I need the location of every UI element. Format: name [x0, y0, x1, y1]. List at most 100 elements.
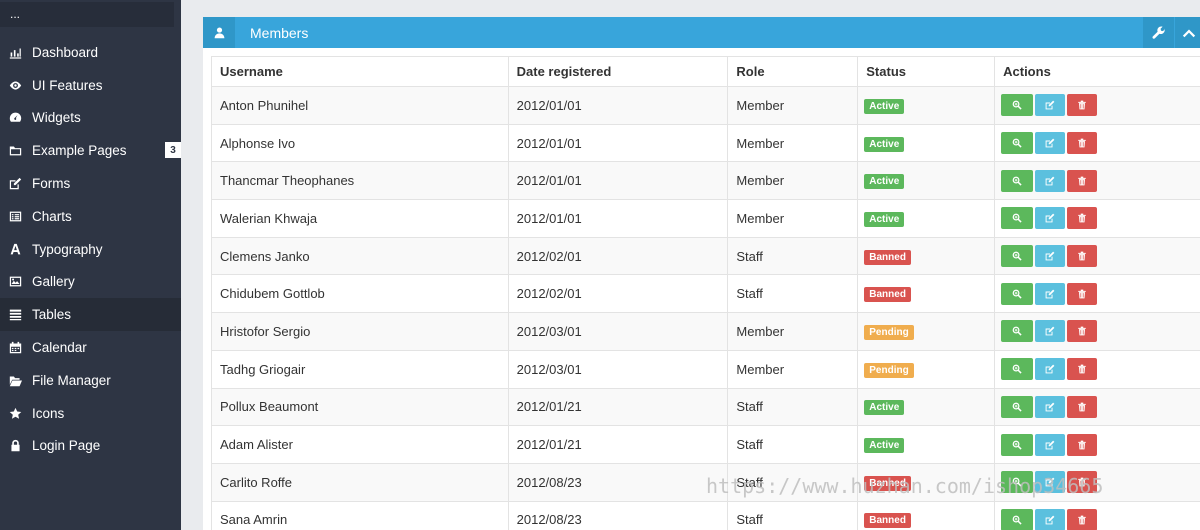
edit-button[interactable] [1035, 395, 1066, 418]
delete-button[interactable] [1067, 282, 1098, 305]
collapse-button[interactable] [1175, 17, 1200, 48]
edit-icon [1045, 515, 1055, 525]
trash-icon [1078, 364, 1086, 374]
view-button[interactable] [1001, 320, 1034, 343]
sidebar-item-label: Calendar [32, 340, 87, 356]
table-row: Alphonse Ivo 2012/01/01 Member Active [211, 123, 1200, 163]
edit-button[interactable] [1035, 358, 1066, 381]
sidebar-search[interactable]: ... [0, 2, 174, 27]
trash-icon [1078, 327, 1086, 336]
status-badge: Active [864, 98, 905, 114]
view-button[interactable] [1001, 245, 1034, 268]
cell-status: Pending [857, 349, 996, 389]
edit-button[interactable] [1035, 94, 1066, 117]
edit-button[interactable] [1035, 282, 1066, 305]
sidebar-item-file-manager[interactable]: File Manager [0, 364, 181, 397]
cell-username: Anton Phunihel [211, 86, 509, 125]
zoom-in-icon [1012, 477, 1022, 487]
panel-header: Members [203, 17, 1200, 48]
sidebar-item-typography[interactable]: Typography [0, 233, 181, 266]
lock-icon [8, 439, 22, 453]
sidebar-item-widgets[interactable]: Widgets [0, 102, 181, 135]
sidebar-item-label: Gallery [32, 274, 75, 290]
cell-username: Sana Amrin [211, 500, 509, 530]
view-button[interactable] [1001, 358, 1034, 381]
table-row: Carlito Roffe 2012/08/23 Staff Banned [211, 462, 1200, 502]
sidebar-item-example-pages[interactable]: Example Pages 3 [0, 134, 181, 167]
cell-actions [994, 123, 1200, 163]
cell-date-registered: 2012/01/01 [507, 86, 729, 125]
header-username[interactable]: Username [211, 56, 509, 87]
cell-role: Staff [727, 425, 859, 464]
sidebar-item-label: File Manager [32, 372, 111, 388]
edit-button[interactable] [1035, 245, 1066, 268]
view-button[interactable] [1001, 433, 1034, 456]
delete-button[interactable] [1067, 358, 1098, 381]
view-button[interactable] [1001, 282, 1034, 305]
sidebar-item-gallery[interactable]: Gallery [0, 266, 181, 299]
view-button[interactable] [1001, 207, 1034, 230]
delete-button[interactable] [1067, 94, 1098, 117]
cell-role: Member [727, 86, 859, 125]
cell-actions [994, 312, 1200, 351]
delete-button[interactable] [1067, 132, 1098, 155]
delete-button[interactable] [1067, 508, 1098, 530]
view-button[interactable] [1001, 169, 1034, 192]
view-button[interactable] [1001, 94, 1034, 117]
cell-status: Active [857, 425, 996, 464]
delete-button[interactable] [1067, 471, 1098, 494]
trash-icon [1078, 289, 1086, 299]
cell-username: Hristofor Sergio [211, 312, 509, 351]
sidebar-item-label: Forms [32, 176, 71, 192]
edit-button[interactable] [1035, 508, 1066, 530]
edit-button[interactable] [1035, 207, 1066, 230]
cell-status: Banned [857, 462, 996, 502]
dashboard-icon [8, 111, 22, 125]
header-status[interactable]: Status [857, 56, 996, 87]
cell-username: Chidubem Gottlob [211, 274, 509, 314]
sidebar-item-ui-features[interactable]: UI Features [0, 69, 181, 102]
view-button[interactable] [1001, 508, 1034, 530]
list-alt-icon [8, 209, 22, 223]
edit-button[interactable] [1035, 132, 1066, 155]
delete-button[interactable] [1067, 320, 1098, 343]
cell-role: Member [727, 349, 859, 389]
edit-button[interactable] [1035, 471, 1066, 494]
edit-button[interactable] [1035, 320, 1066, 343]
sidebar-item-tables[interactable]: Tables [0, 298, 181, 332]
cell-status: Banned [857, 500, 996, 530]
settings-button[interactable] [1143, 17, 1174, 48]
view-button[interactable] [1001, 395, 1034, 418]
view-button[interactable] [1001, 471, 1034, 494]
edit-button[interactable] [1035, 169, 1066, 192]
view-button[interactable] [1001, 132, 1034, 155]
trash-icon [1078, 440, 1086, 449]
cell-role: Member [727, 123, 859, 163]
sidebar-item-login-page[interactable]: Login Page [0, 430, 181, 463]
header-role[interactable]: Role [727, 56, 859, 87]
delete-button[interactable] [1067, 169, 1098, 192]
sidebar-item-dashboard[interactable]: Dashboard [0, 36, 181, 69]
sidebar-item-charts[interactable]: Charts [0, 200, 181, 233]
cell-role: Member [727, 312, 859, 351]
header-date-registered[interactable]: Date registered [507, 56, 729, 87]
edit-button[interactable] [1035, 433, 1066, 456]
status-badge: Banned [864, 249, 911, 265]
edit-icon [1045, 364, 1055, 374]
sidebar-item-icons[interactable]: Icons [0, 397, 181, 430]
cell-role: Staff [727, 236, 859, 276]
font-icon [8, 242, 22, 256]
sidebar-item-label: Tables [32, 307, 72, 323]
delete-button[interactable] [1067, 395, 1098, 418]
sidebar-item-calendar[interactable]: Calendar [0, 331, 181, 364]
cell-username: Alphonse Ivo [211, 123, 509, 163]
delete-button[interactable] [1067, 207, 1098, 230]
delete-button[interactable] [1067, 433, 1098, 456]
cell-role: Staff [727, 274, 859, 314]
zoom-in-icon [1012, 138, 1022, 148]
zoom-in-icon [1012, 289, 1022, 299]
table-row: Thancmar Theophanes 2012/01/01 Member Activ… [211, 161, 1200, 201]
sidebar: ... Dashboard UI Features Widgets Example P… [0, 0, 181, 530]
sidebar-item-forms[interactable]: Forms [0, 167, 181, 200]
delete-button[interactable] [1067, 245, 1098, 268]
